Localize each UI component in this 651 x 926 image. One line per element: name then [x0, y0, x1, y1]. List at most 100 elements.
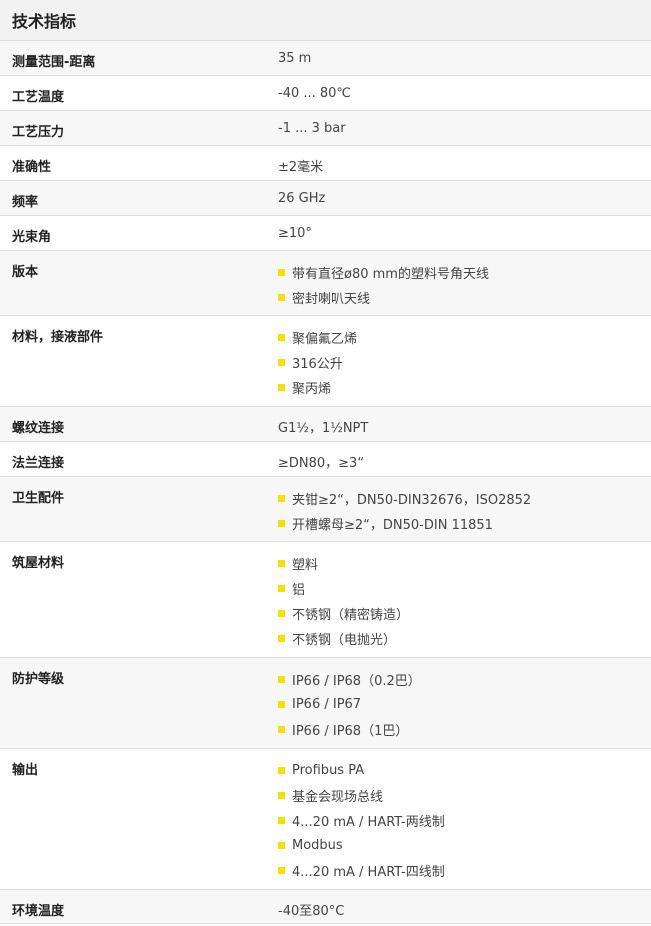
spec-value: ≥DN80，≥3“	[278, 456, 365, 471]
spec-list-item-text: 聚丙烯	[292, 382, 332, 397]
spec-list-item-text: 密封喇叭天线	[292, 292, 371, 307]
spec-row: 版本 带有直径ø80 mm的塑料号角天线 密封喇叭天线	[0, 251, 651, 316]
spec-value: 35 m	[278, 51, 312, 66]
spec-list-item: 不锈钢（电抛光）	[278, 626, 651, 651]
bullet-square-icon	[278, 610, 285, 617]
spec-value: ±2毫米	[278, 160, 324, 175]
spec-label: 卫生配件	[12, 491, 65, 506]
spec-row: 筑屋材料 塑料铝不锈钢（精密铸造） 不锈钢（电抛光）	[0, 542, 651, 658]
spec-table-title: 技术指标	[0, 0, 651, 41]
spec-row: 光束角 ≥10°	[0, 216, 651, 251]
spec-list-item: 4...20 mA / HART-四线制	[278, 858, 651, 883]
spec-value: G1½，1½NPT	[278, 421, 369, 436]
spec-list-item: 不锈钢（精密铸造）	[278, 601, 651, 626]
spec-list-item-text: 夹钳≥2“，DN50-DIN32676，ISO2852	[292, 493, 532, 508]
spec-list-item-text: 开槽螺母≥2“，DN50-DIN 11851	[292, 518, 493, 533]
spec-label: 输出	[12, 763, 39, 778]
spec-value: 26 GHz	[278, 191, 326, 206]
bullet-square-icon	[278, 384, 285, 391]
spec-row: 工艺温度 -40 ... 80℃	[0, 76, 651, 111]
spec-label: 螺纹连接	[12, 421, 65, 436]
spec-value: -40至80°C	[278, 904, 345, 919]
spec-list-item-text: 带有直径ø80 mm的塑料号角天线	[292, 267, 489, 282]
spec-list-item: IP66 / IP68（0.2巴）	[278, 667, 651, 692]
bullet-square-icon	[278, 842, 285, 849]
spec-list-item: 聚丙烯	[278, 375, 651, 400]
spec-list-item-text: IP66 / IP68（0.2巴）	[292, 674, 421, 689]
spec-list-item-text: 4...20 mA / HART-四线制	[292, 865, 445, 880]
bullet-square-icon	[278, 269, 285, 276]
spec-list-item-text: IP66 / IP68（1巴）	[292, 724, 409, 739]
spec-value-list: 聚偏氟乙烯 316公升聚丙烯	[278, 316, 651, 406]
spec-value-list: IP66 / IP68（0.2巴） IP66 / IP67 IP66 / IP68（…	[278, 658, 651, 748]
spec-value-list: 夹钳≥2“，DN50-DIN32676，ISO2852 开槽螺母≥2“，DN50-…	[278, 477, 651, 541]
spec-list-item-text: Modbus	[292, 838, 343, 853]
spec-value: -40 ... 80℃	[278, 86, 352, 101]
bullet-square-icon	[278, 560, 285, 567]
bullet-square-icon	[278, 635, 285, 642]
bullet-square-icon	[278, 767, 285, 774]
spec-row: 准确性 ±2毫米	[0, 146, 651, 181]
spec-list-item: 聚偏氟乙烯	[278, 325, 651, 350]
spec-value-list: 带有直径ø80 mm的塑料号角天线 密封喇叭天线	[278, 251, 651, 315]
spec-list-item-text: 不锈钢（电抛光）	[292, 633, 397, 648]
spec-list-item: IP66 / IP68（1巴）	[278, 717, 651, 742]
bullet-square-icon	[278, 585, 285, 592]
spec-row: 卫生配件 夹钳≥2“，DN50-DIN32676，ISO2852 开槽螺母≥2“，D…	[0, 477, 651, 542]
bullet-square-icon	[278, 520, 285, 527]
spec-label: 筑屋材料	[12, 556, 65, 571]
spec-table: 技术指标 测量范围-距离 35 m 工艺温度 -40 ... 80℃ 工艺压力 -1 ..…	[0, 0, 651, 924]
bullet-square-icon	[278, 726, 285, 733]
spec-label: 频率	[12, 195, 39, 210]
spec-label: 版本	[12, 265, 39, 280]
spec-label: 材料，接液部件	[12, 330, 104, 345]
spec-row: 工艺压力 -1 ... 3 bar	[0, 111, 651, 146]
spec-list-item-text: 铝	[292, 583, 306, 598]
spec-label: 准确性	[12, 160, 52, 175]
bullet-square-icon	[278, 495, 285, 502]
spec-list-item: 带有直径ø80 mm的塑料号角天线	[278, 260, 651, 285]
bullet-square-icon	[278, 792, 285, 799]
spec-row: 螺纹连接 G1½，1½NPT	[0, 407, 651, 442]
spec-list-item: 塑料	[278, 551, 651, 576]
spec-list-item: 开槽螺母≥2“，DN50-DIN 11851	[278, 511, 651, 536]
spec-list-item: 基金会现场总线	[278, 783, 651, 808]
spec-label: 工艺压力	[12, 125, 65, 140]
bullet-square-icon	[278, 294, 285, 301]
spec-row: 法兰连接 ≥DN80，≥3“	[0, 442, 651, 477]
spec-label: 环境温度	[12, 904, 65, 919]
spec-value-list: 塑料铝不锈钢（精密铸造） 不锈钢（电抛光）	[278, 542, 651, 657]
spec-list-item: 铝	[278, 576, 651, 601]
spec-list-item-text: 不锈钢（精密铸造）	[292, 608, 410, 623]
spec-list-item-text: 基金会现场总线	[292, 790, 384, 805]
bullet-square-icon	[278, 817, 285, 824]
spec-list-item-text: 聚偏氟乙烯	[292, 332, 358, 347]
spec-label: 法兰连接	[12, 456, 65, 471]
spec-label: 光束角	[12, 230, 52, 245]
bullet-square-icon	[278, 701, 285, 708]
spec-list-item-text: IP66 / IP67	[292, 697, 362, 712]
spec-row: 测量范围-距离 35 m	[0, 41, 651, 76]
spec-list-item: IP66 / IP67	[278, 692, 651, 717]
spec-row: 输出 Profibus PA 基金会现场总线 4...20 mA / HART-两线制…	[0, 749, 651, 890]
spec-value: ≥10°	[278, 226, 312, 241]
spec-list-item: Modbus	[278, 833, 651, 858]
spec-row: 材料，接液部件 聚偏氟乙烯 316公升聚丙烯	[0, 316, 651, 407]
bullet-square-icon	[278, 867, 285, 874]
spec-row: 频率 26 GHz	[0, 181, 651, 216]
spec-label: 工艺温度	[12, 90, 65, 105]
spec-list-item: 密封喇叭天线	[278, 285, 651, 310]
spec-list-item-text: 4...20 mA / HART-两线制	[292, 815, 445, 830]
spec-row: 环境温度 -40至80°C	[0, 890, 651, 924]
spec-list-item: 316公升	[278, 350, 651, 375]
spec-rows: 测量范围-距离 35 m 工艺温度 -40 ... 80℃ 工艺压力 -1 ... 3 b…	[0, 41, 651, 924]
bullet-square-icon	[278, 334, 285, 341]
spec-list-item: 4...20 mA / HART-两线制	[278, 808, 651, 833]
bullet-square-icon	[278, 359, 285, 366]
spec-list-item: Profibus PA	[278, 758, 651, 783]
spec-list-item-text: Profibus PA	[292, 763, 365, 778]
spec-list-item-text: 塑料	[292, 558, 319, 573]
spec-value-list: Profibus PA 基金会现场总线 4...20 mA / HART-两线制 Mo…	[278, 749, 651, 889]
bullet-square-icon	[278, 676, 285, 683]
spec-value: -1 ... 3 bar	[278, 121, 346, 136]
